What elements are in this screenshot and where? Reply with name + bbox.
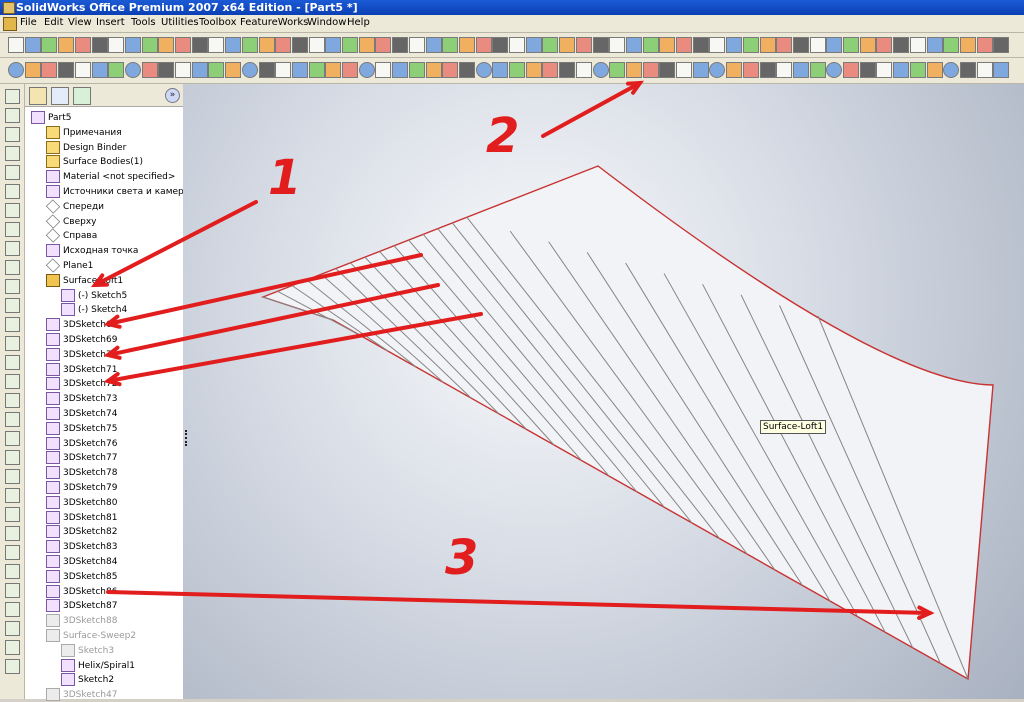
annotation-arrow-line	[106, 253, 423, 326]
annotation-arrow-line	[106, 312, 483, 383]
annotation-arrow-line	[93, 200, 258, 287]
annotation-arrow-line	[106, 590, 932, 615]
annotation-arrows	[90, 80, 935, 620]
annotation-arrow-line	[541, 81, 642, 138]
annotation-arrow-line	[106, 283, 440, 357]
